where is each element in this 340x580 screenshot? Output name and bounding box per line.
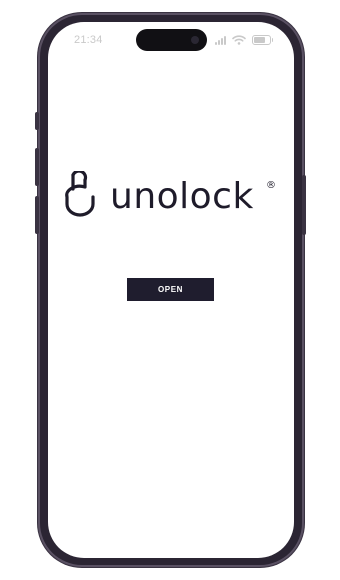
power-button — [302, 175, 306, 235]
battery-icon — [252, 35, 273, 45]
padlock-icon — [65, 171, 95, 217]
open-button[interactable]: OPEN — [127, 278, 214, 301]
registered-mark: ® — [266, 180, 276, 191]
status-icons — [215, 34, 273, 46]
device-mockup: 21:34 unolock ® OPEN — [0, 0, 340, 580]
silent-switch — [35, 112, 39, 130]
battery-level — [254, 37, 265, 43]
wifi-icon — [232, 35, 246, 45]
brand-name: unolock — [110, 176, 254, 217]
status-time: 21:34 — [74, 34, 103, 46]
volume-up-button — [35, 148, 39, 186]
volume-down-button — [35, 196, 39, 234]
signal-icon — [215, 35, 226, 45]
camera-icon — [191, 36, 199, 44]
dynamic-island — [136, 29, 207, 51]
brand-logo: unolock — [64, 170, 254, 218]
